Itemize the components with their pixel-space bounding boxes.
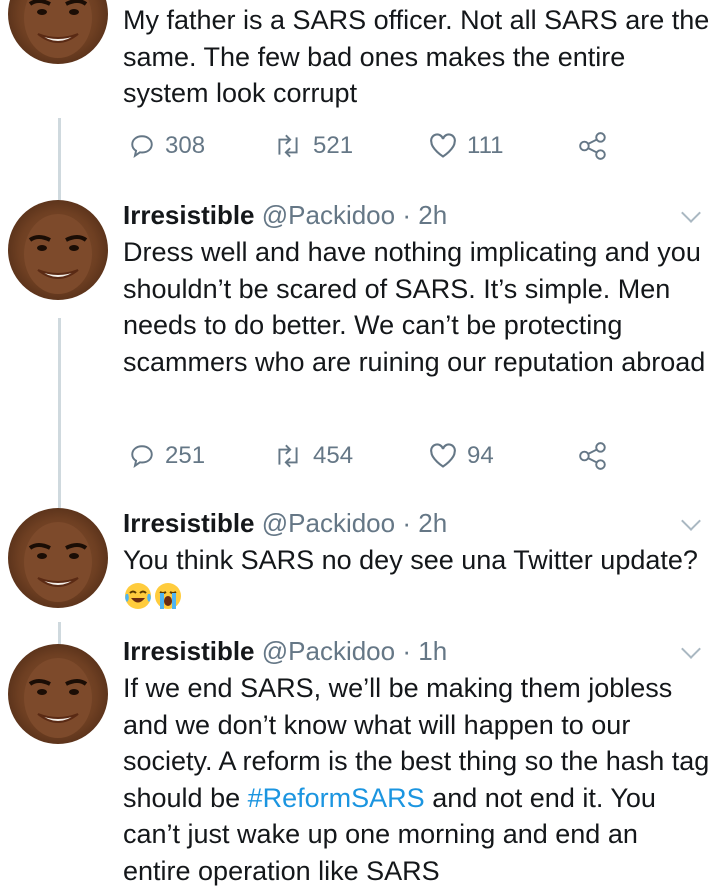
- like-button[interactable]: 111: [429, 126, 503, 166]
- reply-icon: [131, 445, 153, 468]
- tweet-text-body: You think SARS no dey see una Twitter up…: [123, 545, 698, 575]
- reply-count: 251: [165, 442, 206, 469]
- tweet-header: Irresistible @Packidoo · 1h: [123, 634, 712, 668]
- separator-dot: ·: [402, 636, 412, 666]
- retweet-button[interactable]: 521: [273, 126, 353, 166]
- reply-icon: [131, 135, 153, 158]
- like-count: 94: [467, 442, 494, 469]
- tweet-1[interactable]: My father is a SARS officer. Not all SAR…: [123, 2, 712, 112]
- share-icon: [579, 442, 606, 470]
- avatar-face-icon: [24, 522, 92, 602]
- thread-line: [58, 622, 61, 646]
- avatar[interactable]: [8, 0, 108, 64]
- face-with-tears-of-joy-emoji: [125, 582, 151, 609]
- tweet-header: Irresistible @Packidoo · 2h: [123, 506, 712, 540]
- reply-button[interactable]: 251: [129, 436, 205, 476]
- heart-icon: [430, 133, 456, 158]
- retweet-button[interactable]: 454: [273, 436, 353, 476]
- separator-dot: ·: [402, 200, 412, 230]
- avatar-face-icon: [24, 214, 92, 294]
- hashtag-link[interactable]: #ReformSARS: [248, 783, 425, 813]
- reply-count: 308: [165, 132, 206, 159]
- tweet-text: Dress well and have nothing implicating …: [123, 237, 706, 377]
- tweet-text: My father is a SARS officer. Not all SAR…: [123, 5, 710, 108]
- retweet-icon: [278, 444, 298, 468]
- like-count: 111: [467, 132, 504, 159]
- thread-line: [58, 318, 61, 508]
- timestamp[interactable]: 2h: [418, 200, 447, 230]
- share-button[interactable]: [578, 436, 608, 476]
- user-handle[interactable]: @Packidoo: [262, 200, 395, 230]
- like-button[interactable]: 94: [429, 436, 494, 476]
- tweet-2[interactable]: Irresistible @Packidoo · 2h Dress well a…: [123, 198, 712, 380]
- share-button[interactable]: [578, 126, 608, 166]
- tweet-header: Irresistible @Packidoo · 2h: [123, 198, 712, 232]
- share-icon: [579, 132, 606, 160]
- user-handle[interactable]: @Packidoo: [262, 636, 395, 666]
- user-handle[interactable]: @Packidoo: [262, 508, 395, 538]
- timestamp[interactable]: 2h: [418, 508, 447, 538]
- avatar[interactable]: [8, 200, 108, 300]
- reply-button[interactable]: 308: [129, 126, 205, 166]
- display-name[interactable]: Irresistible: [123, 636, 255, 666]
- tweet-text: If we end SARS, we’ll be making them job…: [123, 670, 712, 889]
- retweet-count: 454: [313, 442, 354, 469]
- avatar[interactable]: [8, 644, 108, 744]
- loudly-crying-face-emoji: [155, 582, 181, 609]
- tweet-text: You think SARS no dey see una Twitter up…: [123, 542, 712, 615]
- heart-icon: [430, 443, 456, 468]
- display-name[interactable]: Irresistible: [123, 200, 255, 230]
- retweet-icon: [278, 134, 298, 158]
- avatar-face-icon: [24, 0, 92, 58]
- retweet-count: 521: [313, 132, 354, 159]
- tweet-4[interactable]: Irresistible @Packidoo · 1h If we end SA…: [123, 634, 712, 889]
- display-name[interactable]: Irresistible: [123, 508, 255, 538]
- timestamp[interactable]: 1h: [418, 636, 447, 666]
- separator-dot: ·: [402, 508, 412, 538]
- tweet-3[interactable]: Irresistible @Packidoo · 2h You think SA…: [123, 506, 712, 615]
- thread-line: [58, 118, 61, 200]
- avatar-face-icon: [24, 658, 92, 738]
- avatar[interactable]: [8, 508, 108, 608]
